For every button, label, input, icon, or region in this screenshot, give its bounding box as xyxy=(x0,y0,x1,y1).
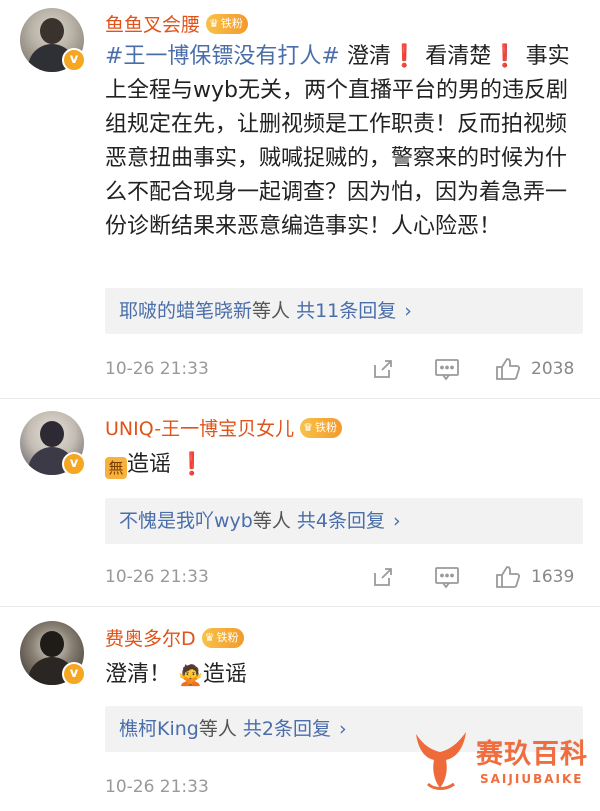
comment-icon[interactable] xyxy=(434,565,460,589)
chevron-right-icon: › xyxy=(393,510,401,532)
reply-count[interactable]: 共2条回复 xyxy=(243,718,331,740)
watermark: 赛玖百科 SAIJIUBAIKE xyxy=(410,728,590,798)
reply-count[interactable]: 共11条回复 xyxy=(296,300,396,322)
like-count: 1639 xyxy=(531,567,575,587)
like-icon[interactable] xyxy=(495,565,521,589)
like-icon[interactable] xyxy=(495,357,521,381)
divider xyxy=(0,398,600,399)
verified-v-icon: v xyxy=(62,662,86,686)
timestamp: 10-26 21:33 xyxy=(105,777,209,797)
crown-icon: ♛ xyxy=(303,420,313,434)
chevron-right-icon: › xyxy=(404,300,412,322)
fan-badge: ♛ 铁粉 xyxy=(201,627,244,648)
comment-item: v 鱼鱼叉会腰 ♛ 铁粉 #王一博保镖没有打人# 澄清❗ 看清楚❗ 事实上全程与wy… xyxy=(0,0,600,400)
reply-count[interactable]: 共4条回复 xyxy=(297,510,385,532)
comment-item: v UNIQ-王一博宝贝女儿 ♛ 铁粉 無造谣 ❗ 不愧是我吖wyb等人 共4条回复… xyxy=(0,400,600,610)
timestamp: 10-26 21:33 xyxy=(105,567,209,587)
watermark-subtitle: SAIJIUBAIKE xyxy=(480,772,584,786)
fan-badge: ♛ 铁粉 xyxy=(300,417,342,438)
username[interactable]: 费奥多尔D xyxy=(105,628,196,650)
verified-v-icon: v xyxy=(62,452,86,476)
comment-text: 澄清！ 🙅造谣 xyxy=(105,658,585,692)
divider xyxy=(0,606,600,607)
comment-icon[interactable] xyxy=(434,357,460,381)
face-palm-emoji-icon: 🙅 xyxy=(178,663,203,687)
comment-text: #王一博保镖没有打人# 澄清❗ 看清楚❗ 事实上全程与wyb无关，两个直播平台的… xyxy=(105,44,570,239)
share-icon[interactable] xyxy=(371,357,395,381)
crown-icon: ♛ xyxy=(209,16,219,30)
exclamation-icon: ❗ xyxy=(178,452,206,477)
username[interactable]: UNIQ-王一博宝贝女儿 xyxy=(105,418,294,440)
chevron-right-icon: › xyxy=(339,718,347,740)
share-icon[interactable] xyxy=(371,565,395,589)
reply-users[interactable]: 不愧是我吖wyb xyxy=(119,510,253,532)
comment-text: 無造谣 ❗ xyxy=(105,448,585,482)
crown-icon: ♛ xyxy=(204,630,215,644)
whale-tail-logo-icon xyxy=(416,732,466,790)
replies-summary[interactable]: 耶啵的蜡笔晓新等人 共11条回复 › xyxy=(105,288,583,334)
comment-footer: 10-26 21:33 1639 xyxy=(105,560,585,594)
username[interactable]: 鱼鱼叉会腰 xyxy=(105,14,200,36)
timestamp: 10-26 21:33 xyxy=(105,359,209,379)
replies-summary[interactable]: 不愧是我吖wyb等人 共4条回复 › xyxy=(105,498,583,544)
watermark-title: 赛玖百科 xyxy=(476,739,588,770)
reply-users[interactable]: 耶啵的蜡笔晓新 xyxy=(119,300,252,322)
reply-users[interactable]: 樵柯King xyxy=(119,718,199,740)
like-count: 2038 xyxy=(531,359,575,379)
hashtag-link[interactable]: #王一博保镖没有打人# xyxy=(105,44,340,69)
exclamation-icon: ❗ xyxy=(491,44,519,69)
fan-badge: ♛ 铁粉 xyxy=(206,13,248,34)
comment-footer: 10-26 21:33 2038 xyxy=(105,352,585,386)
verified-v-icon: v xyxy=(62,48,86,72)
exclamation-icon: ❗ xyxy=(390,44,419,69)
wu-emoji-icon: 無 xyxy=(105,457,127,479)
